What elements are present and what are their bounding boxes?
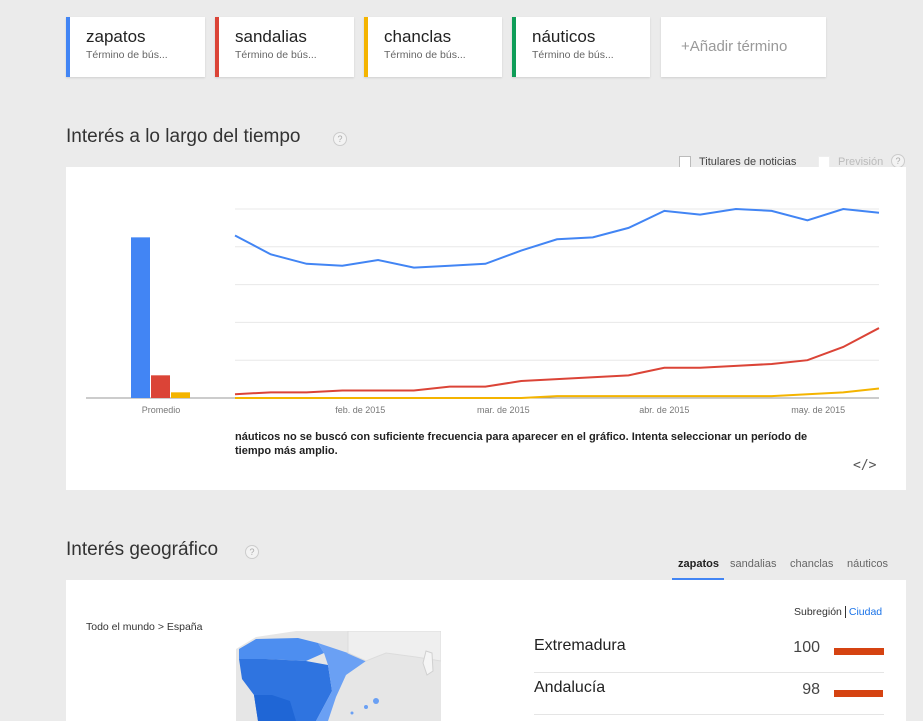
geo-tab-nauticos[interactable]: náuticos — [847, 558, 888, 570]
geo-tab-chanclas[interactable]: chanclas — [790, 558, 833, 570]
term-card-chanclas[interactable]: chanclas Término de bús... — [364, 17, 502, 77]
insufficient-data-note: náuticos no se buscó con suficiente frec… — [235, 431, 808, 457]
region-name: Andalucía — [534, 679, 606, 696]
region-value: 100 — [793, 639, 820, 656]
breadcrumb-world[interactable]: Todo el mundo — [86, 621, 155, 633]
granularity-toggle: Subregión Ciudad — [794, 606, 882, 618]
breadcrumb-separator: > — [157, 621, 164, 633]
region-row[interactable]: Extremadura 100 — [534, 631, 884, 673]
term-type: Término de bús... — [235, 49, 317, 61]
average-bar — [171, 392, 190, 398]
map-balearic-3 — [350, 711, 354, 715]
average-label: Promedio — [142, 405, 181, 415]
term-name: chanclas — [384, 27, 452, 46]
section-title-geo: Interés geográfico — [66, 539, 219, 560]
x-tick-label: may. de 2015 — [791, 405, 845, 415]
region-value: 98 — [802, 681, 820, 698]
active-tab-indicator — [672, 578, 724, 580]
help-icon[interactable]: ? — [333, 132, 347, 146]
granularity-city[interactable]: Ciudad — [849, 606, 882, 618]
section-title-interest-time: Interés a lo largo del tiempo — [66, 126, 301, 147]
average-bar — [131, 237, 150, 398]
region-name: Extremadura — [534, 637, 626, 654]
spain-map[interactable] — [236, 631, 441, 721]
term-name: sandalias — [235, 27, 307, 46]
series-line-chanclas — [235, 387, 880, 399]
series-line-zapatos — [234, 207, 880, 269]
term-name: náuticos — [532, 27, 596, 46]
average-bar — [151, 375, 170, 398]
add-term-button[interactable]: +Añadir término — [661, 17, 826, 77]
term-card-nauticos[interactable]: náuticos Término de bús... — [512, 17, 650, 77]
embed-code-icon[interactable]: </> — [853, 458, 876, 473]
breadcrumb: Todo el mundo > España — [86, 621, 203, 633]
add-term-label: Añadir término — [689, 38, 788, 55]
x-tick-label: mar. de 2015 — [477, 405, 530, 415]
term-card-zapatos[interactable]: zapatos Término de bús... — [66, 17, 205, 77]
region-bar — [834, 690, 883, 697]
breadcrumb-country: España — [166, 621, 203, 633]
map-balearic-2 — [364, 705, 368, 709]
geo-tab-sandalias[interactable]: sandalias — [730, 558, 776, 570]
term-type: Término de bús... — [532, 49, 614, 61]
region-bar — [834, 648, 884, 655]
series-line-sandalias — [234, 327, 880, 396]
term-type: Término de bús... — [384, 49, 466, 61]
region-row[interactable]: Andalucía 98 — [534, 673, 884, 715]
term-type: Término de bús... — [86, 49, 168, 61]
term-card-sandalias[interactable]: sandalias Término de bús... — [215, 17, 354, 77]
geo-tab-zapatos[interactable]: zapatos — [678, 558, 719, 570]
plus-icon: + — [681, 38, 690, 55]
geo-help-icon[interactable]: ? — [245, 545, 259, 559]
map-balearic-1 — [373, 698, 379, 704]
forecast-help-icon[interactable]: ? — [891, 154, 905, 168]
granularity-subregion[interactable]: Subregión — [794, 606, 842, 618]
term-name: zapatos — [86, 27, 146, 46]
x-tick-label: abr. de 2015 — [639, 405, 689, 415]
x-tick-label: feb. de 2015 — [335, 405, 385, 415]
